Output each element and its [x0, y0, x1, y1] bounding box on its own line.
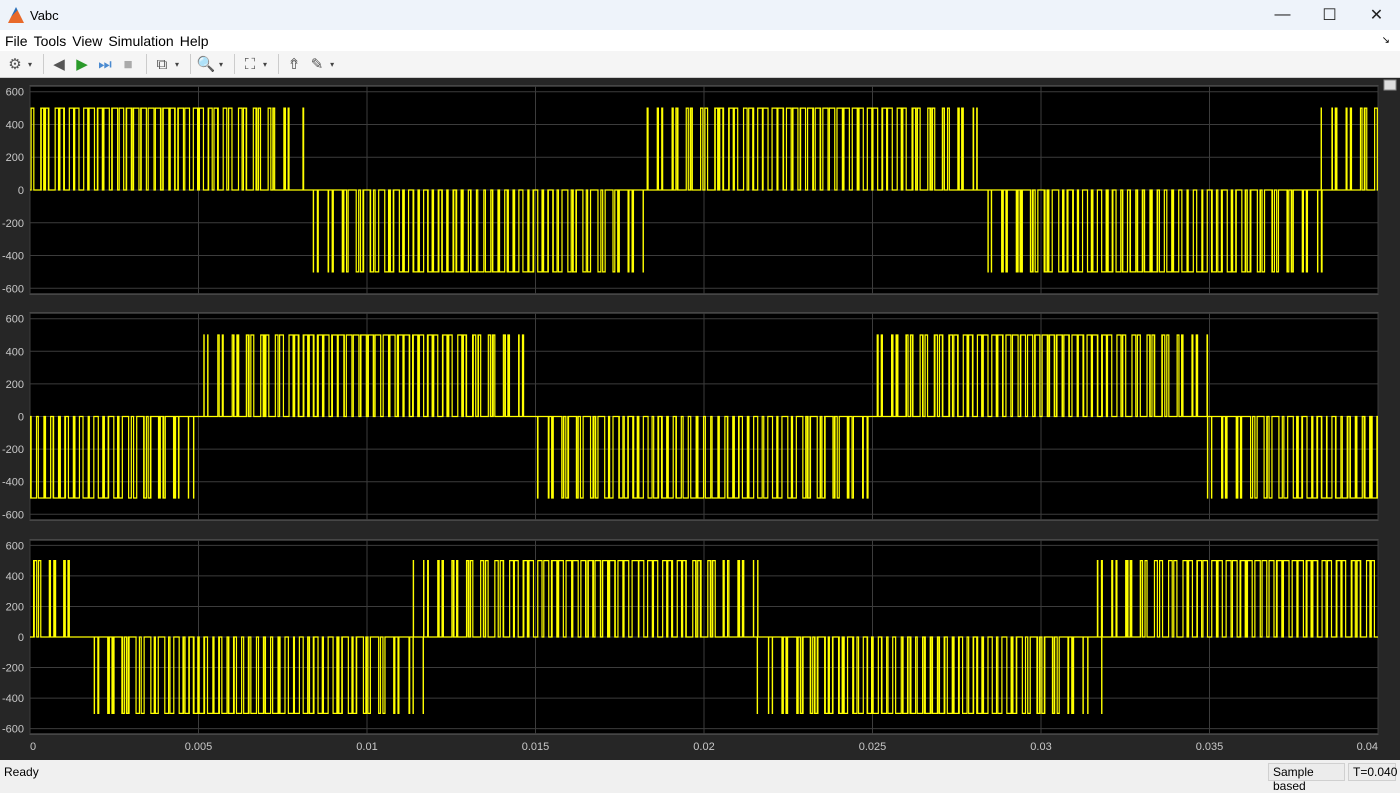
dropdown-arrow-icon[interactable]: ▾: [330, 60, 334, 69]
window-title: Vabc: [30, 7, 59, 23]
toolbar-separator: [234, 54, 236, 74]
menu-bar: File Tools View Simulation Help ↘: [0, 30, 1400, 51]
cursor-measure-icon[interactable]: ⇮: [284, 54, 304, 74]
dropdown-arrow-icon[interactable]: ▾: [263, 60, 267, 69]
x-tick-label: 0.02: [693, 741, 714, 753]
x-tick-label: 0: [30, 741, 36, 753]
y-tick-label: 600: [6, 314, 24, 326]
toolbar-separator: [278, 54, 280, 74]
matlab-logo-icon: [8, 7, 24, 23]
y-tick-label: -200: [2, 218, 24, 230]
y-tick-label: -400: [2, 477, 24, 489]
scope-axes-vbc[interactable]: 600 400 200 0 -200 -400 -600: [2, 312, 1379, 521]
menu-help[interactable]: Help: [180, 33, 209, 49]
autoscale-icon[interactable]: ⛶: [240, 54, 260, 74]
toolbar-separator: [190, 54, 192, 74]
y-tick-label: 0: [18, 632, 24, 644]
y-tick-label: 0: [18, 412, 24, 424]
y-tick-label: 400: [6, 571, 24, 583]
x-tick-label: 0.005: [185, 741, 213, 753]
x-tick-label: 0.04: [1357, 741, 1378, 753]
x-tick-label: 0.035: [1196, 741, 1224, 753]
toolbar-separator: [146, 54, 148, 74]
dropdown-arrow-icon[interactable]: ▾: [28, 60, 32, 69]
x-tick-label: 0.025: [859, 741, 887, 753]
x-tick-label: 0.015: [522, 741, 550, 753]
y-tick-label: 200: [6, 379, 24, 391]
y-tick-label: 200: [6, 601, 24, 613]
dropdown-arrow-icon[interactable]: ▾: [175, 60, 179, 69]
y-tick-label: -200: [2, 444, 24, 456]
undock-icon[interactable]: ↘: [1382, 35, 1390, 46]
step-forward-icon[interactable]: ⏭: [95, 54, 115, 74]
title-bar: Vabc — ☐ ✕: [0, 0, 1400, 30]
x-tick-label: 0.03: [1030, 741, 1051, 753]
menu-simulation[interactable]: Simulation: [108, 33, 173, 49]
y-tick-label: -400: [2, 251, 24, 263]
status-ready: Ready: [4, 765, 39, 779]
toolbar: ⚙ ▾ ◀ ▶ ⏭ ■ ⧉ ▾ 🔍 ▾ ⛶ ▾ ⇮ ✎ ▾: [0, 51, 1400, 78]
minimize-button[interactable]: —: [1259, 0, 1306, 30]
menu-file[interactable]: File: [5, 33, 28, 49]
toolbar-separator: [43, 54, 45, 74]
y-tick-label: -200: [2, 663, 24, 675]
x-tick-label: 0.01: [356, 741, 377, 753]
scope-axes-container[interactable]: 600 400 200 0 -200 -400 -600 600 400 200 0 -200 -400…: [0, 78, 1400, 760]
y-tick-label: 600: [6, 540, 24, 552]
scope-axes-vab[interactable]: 600 400 200 0 -200 -400 -600: [2, 85, 1379, 295]
maximize-button[interactable]: ☐: [1306, 0, 1353, 30]
dropdown-arrow-icon[interactable]: ▾: [219, 60, 223, 69]
style-icon[interactable]: ✎: [307, 54, 327, 74]
y-tick-label: -600: [2, 509, 24, 521]
y-tick-label: 400: [6, 119, 24, 131]
status-bar: Ready Sample based T=0.040: [0, 760, 1400, 793]
y-tick-label: -400: [2, 693, 24, 705]
y-tick-label: -600: [2, 283, 24, 295]
run-icon[interactable]: ▶: [72, 54, 92, 74]
sim-time: T=0.040: [1348, 763, 1397, 781]
y-tick-label: 600: [6, 87, 24, 99]
stop-icon[interactable]: ■: [118, 54, 138, 74]
gear-icon[interactable]: ⚙: [5, 54, 25, 74]
menu-tools[interactable]: Tools: [34, 33, 67, 49]
menu-view[interactable]: View: [72, 33, 102, 49]
maximize-axes-icon[interactable]: [1383, 79, 1397, 91]
scope-plot-area: 600 400 200 0 -200 -400 -600 600 400 200 0 -200 -400…: [0, 78, 1400, 760]
y-tick-label: -600: [2, 724, 24, 736]
signal-triggers-icon[interactable]: ⧉: [152, 54, 172, 74]
y-tick-label: 0: [18, 185, 24, 197]
y-tick-label: 200: [6, 152, 24, 164]
close-button[interactable]: ✕: [1353, 0, 1400, 30]
y-tick-label: 400: [6, 346, 24, 358]
step-back-icon[interactable]: ◀: [49, 54, 69, 74]
zoom-icon[interactable]: 🔍: [196, 54, 216, 74]
sample-mode: Sample based: [1268, 763, 1345, 793]
scope-axes-vca[interactable]: 600 400 200 0 -200 -400 -600: [2, 539, 1379, 736]
